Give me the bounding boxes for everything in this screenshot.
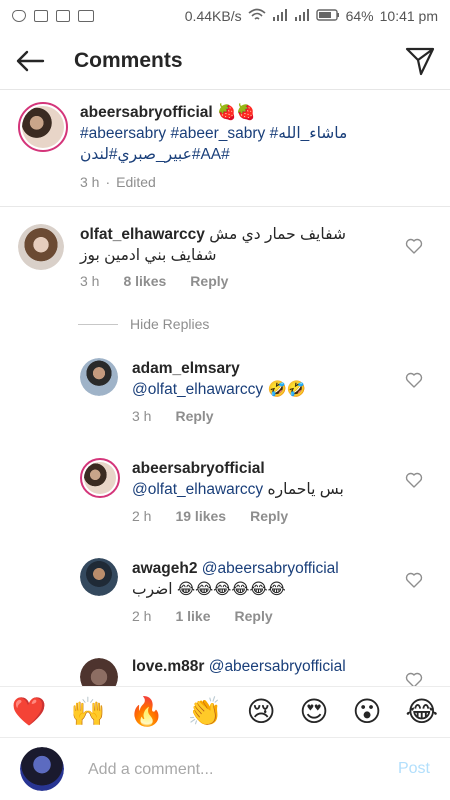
reply-meta: 2 h 19 likes Reply	[132, 508, 288, 524]
comment-meta: 3 h 8 likes Reply	[80, 273, 228, 289]
comment-item: olfat_elhawarccy شفايف حمار دي مش شفايف …	[0, 206, 450, 302]
reply-item: abeersabryofficial @olfat_elhawarccy بس …	[0, 450, 450, 542]
reply-item: love.m88r @abeersabryofficial	[0, 650, 450, 686]
reply-meta: 2 h 1 like Reply	[132, 608, 273, 624]
reply-username[interactable]: awageh2	[132, 560, 197, 577]
status-icons-right: 0.44KB/s 64% 10:41 pm	[185, 8, 438, 25]
heart-icon[interactable]	[405, 472, 423, 488]
reply-mention[interactable]: @olfat_elhawarccy	[132, 481, 263, 498]
reply-text: adam_elmsary @olfat_elhawarccy 🤣🤣	[132, 358, 402, 400]
reply-meta: 3 h Reply	[132, 408, 214, 424]
divider-line	[78, 323, 118, 325]
comment-username[interactable]: olfat_elhawarccy	[80, 226, 205, 243]
avatar[interactable]	[18, 224, 64, 270]
tears-of-joy-emoji-button[interactable]: 😂	[405, 698, 438, 726]
reply-time: 3 h	[132, 408, 152, 424]
raising-hands-emoji-button[interactable]: 🙌	[71, 698, 106, 726]
hide-replies-button[interactable]: Hide Replies	[78, 316, 209, 332]
reply-button[interactable]: Reply	[175, 408, 213, 424]
emoji-quick-bar: ❤️ 🙌 🔥 👏 😢 😍 😮 😂	[0, 686, 450, 738]
caption-hashtags-2[interactable]: عبير_صبري#لندن#AA#	[80, 146, 230, 163]
battery-percent: 64%	[345, 8, 374, 24]
shield-icon	[12, 10, 26, 22]
avatar[interactable]	[80, 458, 120, 498]
strawberry-emoji: 🍓🍓	[217, 104, 256, 121]
reply-button[interactable]: Reply	[190, 273, 228, 289]
caption: abeersabryofficial 🍓🍓 #abeersabry #abeer…	[0, 90, 450, 206]
laptop-icon	[78, 10, 94, 22]
avatar[interactable]	[80, 558, 118, 596]
comment-text: olfat_elhawarccy شفايف حمار دي مش شفايف …	[80, 224, 380, 266]
comment-body-2: شفايف بني ادمين بوز	[80, 247, 217, 264]
reply-body: اضرب 😂😂😂😂😂😂	[132, 581, 286, 598]
arrow-left-icon	[16, 50, 45, 71]
heart-icon[interactable]	[405, 372, 423, 388]
avatar[interactable]	[80, 658, 118, 686]
reply-mention[interactable]: @olfat_elhawarccy	[132, 381, 263, 398]
caption-time: 3 h	[80, 174, 100, 190]
comment-composer: Post	[0, 740, 450, 800]
reply-text: love.m88r @abeersabryofficial	[132, 656, 402, 677]
status-bar: 0.44KB/s 64% 10:41 pm	[0, 0, 450, 32]
surprised-face-emoji-button[interactable]: 😮	[352, 698, 381, 726]
reply-mention[interactable]: @abeersabryofficial	[202, 560, 339, 577]
reply-button[interactable]: Reply	[250, 508, 288, 524]
image-icon	[34, 10, 48, 22]
paper-plane-icon	[405, 47, 435, 76]
comment-input[interactable]	[88, 758, 378, 782]
header: Comments	[0, 32, 450, 90]
reply-body: بس ياحماره	[267, 481, 344, 498]
caption-text: abeersabryofficial 🍓🍓 #abeersabry #abeer…	[80, 102, 430, 165]
network-speed: 0.44KB/s	[184, 8, 242, 24]
reply-likes[interactable]: 19 likes	[175, 508, 226, 524]
reply-username[interactable]: abeersabryofficial	[132, 460, 265, 477]
reply-text: awageh2 @abeersabryofficial اضرب 😂😂😂😂😂😂	[132, 558, 402, 600]
heart-icon[interactable]	[405, 672, 423, 686]
heart-icon[interactable]	[405, 238, 423, 254]
reply-mention[interactable]: @abeersabryofficial	[209, 658, 346, 675]
clapping-hands-emoji-button[interactable]: 👏	[188, 698, 223, 726]
crying-face-emoji-button[interactable]: 😢	[246, 698, 275, 726]
caption-edited: Edited	[116, 174, 156, 190]
avatar[interactable]	[80, 358, 118, 396]
comment-likes[interactable]: 8 likes	[123, 273, 166, 289]
caption-username[interactable]: abeersabryofficial	[80, 104, 213, 121]
signal-icon-2	[294, 8, 310, 24]
reply-username[interactable]: love.m88r	[132, 658, 204, 675]
page-title: Comments	[74, 48, 183, 72]
fire-emoji-button[interactable]: 🔥	[129, 698, 164, 726]
hide-replies-label: Hide Replies	[130, 316, 210, 332]
post-button[interactable]: Post	[398, 760, 430, 778]
reply-item: adam_elmsary @olfat_elhawarccy 🤣🤣 3 h Re…	[0, 350, 450, 442]
heart-icon[interactable]	[405, 572, 423, 588]
reply-time: 2 h	[132, 608, 152, 624]
reply-text: abeersabryofficial @olfat_elhawarccy بس …	[132, 458, 402, 500]
reply-item: awageh2 @abeersabryofficial اضرب 😂😂😂😂😂😂 …	[0, 550, 450, 642]
activity-icon	[56, 10, 70, 22]
status-icons-left	[12, 10, 94, 22]
caption-meta: 3 h · Edited	[80, 174, 156, 190]
reply-likes[interactable]: 1 like	[175, 608, 210, 624]
reply-button[interactable]: Reply	[235, 608, 273, 624]
reply-time: 2 h	[132, 508, 152, 524]
battery-icon	[315, 8, 340, 24]
reply-body: 🤣🤣	[267, 381, 307, 398]
dot-separator: ·	[105, 174, 111, 190]
heart-eyes-emoji-button[interactable]: 😍	[299, 698, 328, 726]
red-heart-emoji-button[interactable]: ❤️	[12, 698, 47, 726]
current-user-avatar	[20, 747, 64, 791]
reply-username[interactable]: adam_elmsary	[132, 360, 240, 377]
direct-message-button[interactable]	[404, 45, 436, 77]
clock: 10:41 pm	[379, 8, 438, 24]
comment-body: شفايف حمار دي مش	[209, 226, 346, 243]
back-button[interactable]	[0, 32, 60, 90]
caption-hashtags[interactable]: #abeersabry #abeer_sabry #ماشاء_الله	[80, 125, 347, 142]
comment-time: 3 h	[80, 273, 100, 289]
signal-icon	[272, 8, 288, 24]
wifi-icon	[248, 8, 266, 25]
avatar[interactable]	[18, 102, 68, 152]
